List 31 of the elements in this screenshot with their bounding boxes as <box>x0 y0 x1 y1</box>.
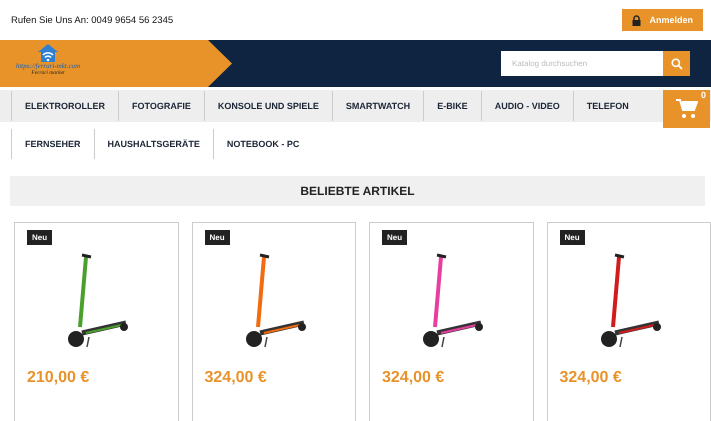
phone-text: Rufen Sie Uns An: 0049 9654 56 2345 <box>11 14 174 26</box>
product-card[interactable]: Neu 324,00 € <box>546 222 711 421</box>
nav-link[interactable]: ELEKTROROLLER <box>11 91 118 121</box>
nav-link[interactable]: HAUSHALTSGERÄTE <box>94 129 213 159</box>
nav-link[interactable]: KONSOLE UND SPIELE <box>204 91 332 121</box>
nav-link[interactable]: TELEFON <box>572 91 642 121</box>
new-badge: Neu <box>204 230 230 245</box>
cart-count: 0 <box>700 90 706 100</box>
product-price: 210,00 € <box>27 369 90 387</box>
search-button[interactable] <box>663 51 690 76</box>
house-wifi-icon <box>37 43 59 63</box>
nav-link[interactable]: AUDIO - VIDEO <box>480 91 573 121</box>
nav-link[interactable]: NOTEBOOK - PC <box>212 129 312 159</box>
search-field[interactable]: Katalog durchsuchen <box>501 51 663 76</box>
new-badge: Neu <box>27 230 52 245</box>
nav-link[interactable]: FERNSEHER <box>11 129 94 159</box>
product-card[interactable]: Neu 324,00 € <box>192 222 356 421</box>
product-price: 324,00 € <box>382 369 444 387</box>
section-heading: BELIEBTE ARTIKEL <box>10 176 705 206</box>
lock-icon <box>632 14 642 26</box>
nav-link[interactable]: E-BIKE <box>423 91 481 121</box>
cart-icon <box>676 99 698 119</box>
nav-link[interactable]: SMARTWATCH <box>332 91 424 121</box>
product-price: 324,00 € <box>560 369 622 387</box>
nav-link[interactable]: FOTOGRAFIE <box>118 91 204 121</box>
product-price: 324,00 € <box>204 369 267 387</box>
product-card[interactable]: Neu 210,00 € <box>14 222 178 421</box>
new-badge: Neu <box>560 230 585 245</box>
search-icon <box>670 58 682 70</box>
product-card[interactable]: Neu 324,00 € <box>369 222 534 421</box>
new-badge: Neu <box>382 230 408 245</box>
